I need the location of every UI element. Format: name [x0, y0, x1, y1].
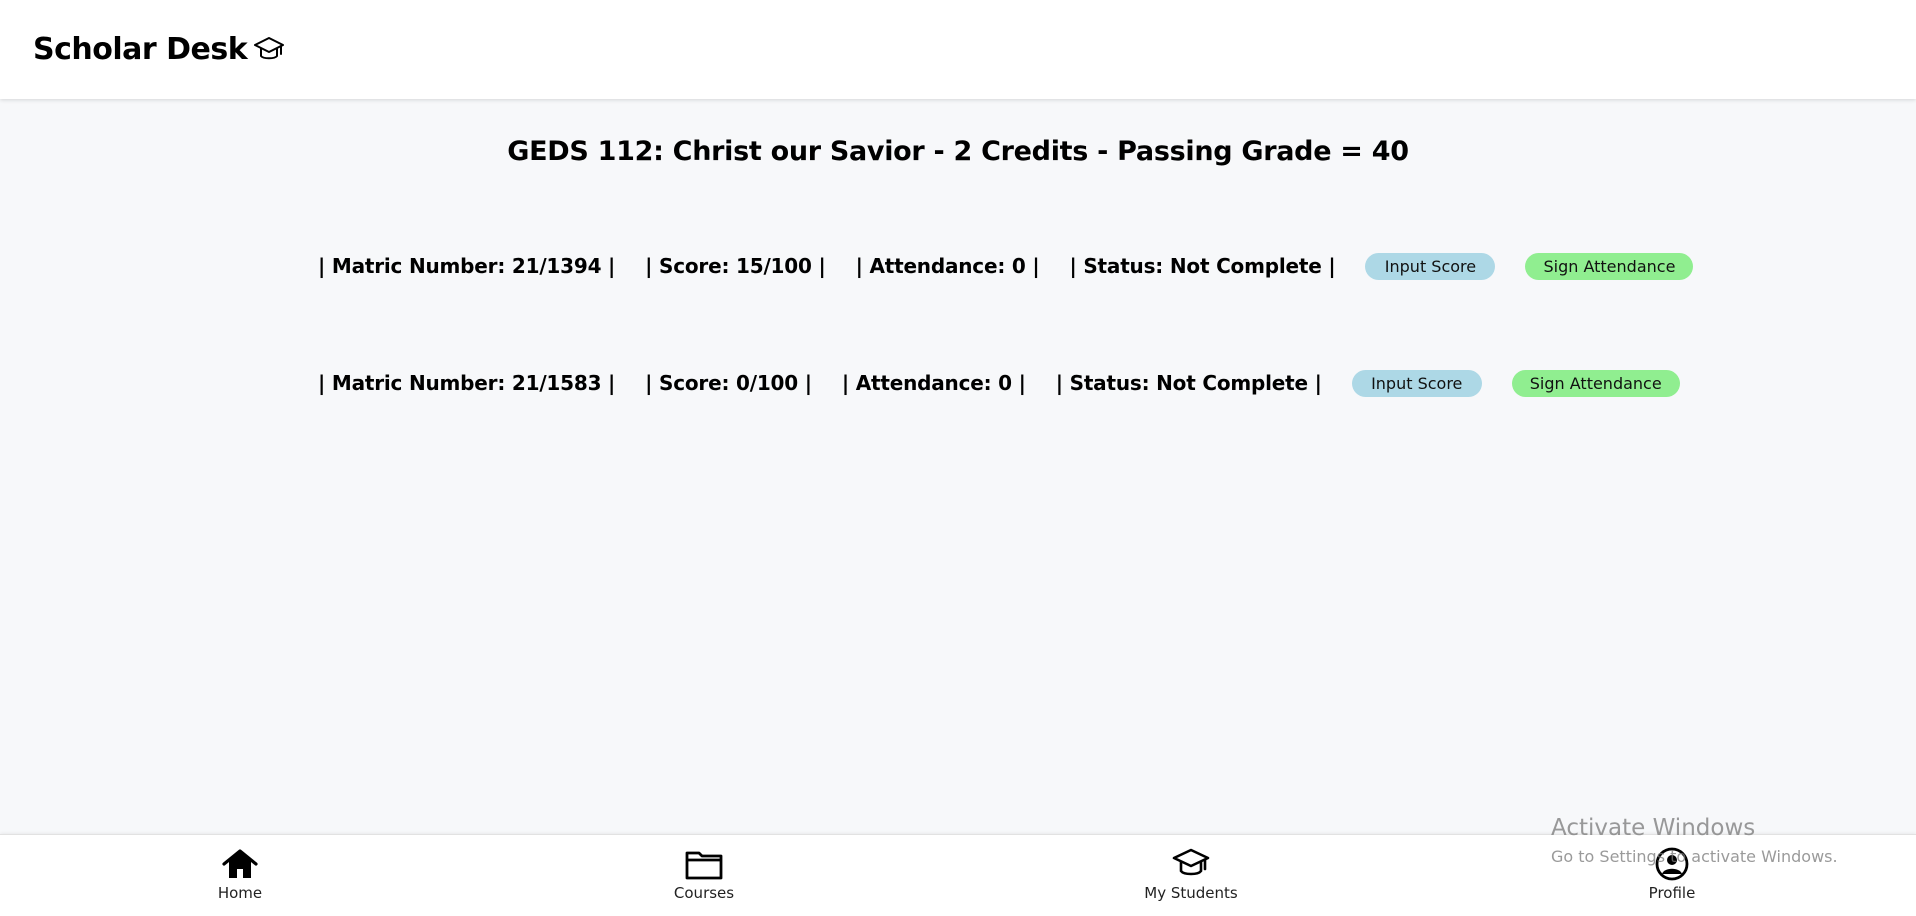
matric-number: | Matric Number: 21/1394 |	[318, 254, 616, 278]
status-value: | Status: Not Complete |	[1069, 254, 1336, 278]
brand[interactable]: Scholar Desk	[33, 32, 285, 67]
nav-label: Profile	[1648, 884, 1696, 902]
course-title: GEDS 112: Christ our Savior - 2 Credits …	[507, 136, 1409, 167]
sign-attendance-button[interactable]: Sign Attendance	[1511, 369, 1680, 397]
app-title: Scholar Desk	[33, 32, 248, 67]
attendance-value: | Attendance: 0 |	[855, 254, 1040, 278]
nav-item-courses[interactable]: Courses	[634, 847, 774, 902]
main-content: GEDS 112: Christ our Savior - 2 Credits …	[0, 99, 1916, 834]
folder-icon	[684, 847, 724, 881]
score-value: | Score: 15/100 |	[645, 254, 826, 278]
bottom-nav: Home Courses My Students Profile	[0, 834, 1916, 916]
student-row: | Matric Number: 21/1394 | | Score: 15/1…	[318, 251, 1694, 281]
nav-item-home[interactable]: Home	[170, 847, 310, 902]
student-row: | Matric Number: 21/1583 | | Score: 0/10…	[318, 368, 1680, 398]
home-icon	[220, 847, 260, 881]
input-score-button[interactable]: Input Score	[1351, 369, 1482, 397]
user-circle-icon	[1652, 847, 1692, 881]
sign-attendance-button[interactable]: Sign Attendance	[1525, 252, 1694, 280]
graduation-cap-icon	[1171, 847, 1211, 881]
nav-item-my-students[interactable]: My Students	[1121, 847, 1261, 902]
matric-number: | Matric Number: 21/1583 |	[318, 371, 616, 395]
nav-label: Courses	[673, 884, 735, 902]
attendance-value: | Attendance: 0 |	[841, 371, 1026, 395]
input-score-button[interactable]: Input Score	[1365, 252, 1496, 280]
nav-label: My Students	[1144, 884, 1238, 902]
status-value: | Status: Not Complete |	[1055, 371, 1322, 395]
nav-item-profile[interactable]: Profile	[1602, 847, 1742, 902]
score-value: | Score: 0/100 |	[645, 371, 812, 395]
app-header: Scholar Desk	[0, 0, 1916, 99]
graduation-cap-icon	[253, 35, 285, 65]
nav-label: Home	[217, 884, 263, 902]
